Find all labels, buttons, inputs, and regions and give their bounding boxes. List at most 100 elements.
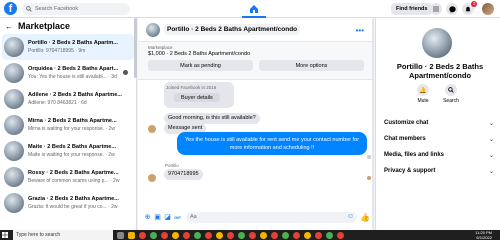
chevron-down-icon: ⌄ <box>488 137 494 143</box>
conversation-item[interactable]: Adilene · 2 Beds 2 Baths Apartme... Adil… <box>0 86 136 112</box>
file-explorer-icon[interactable] <box>128 231 135 239</box>
details-title: Portillo · 2 Beds 2 Baths Apartment/cond… <box>396 62 484 80</box>
search-label: Search <box>443 98 459 104</box>
emoji-icon[interactable]: ☺ <box>347 213 354 220</box>
chrome-icon[interactable] <box>227 231 234 239</box>
listing-banner: Marketplace $1,000 · 2 Beds 2 Baths Apar… <box>138 42 374 80</box>
facebook-logo[interactable]: f <box>4 2 17 15</box>
chrome-icon[interactable] <box>315 231 322 239</box>
conversation-item[interactable]: Portillo · 2 Beds 2 Baths Apartm... Port… <box>2 34 134 60</box>
joined-facebook-text: Joined Facebook in 2016 <box>166 85 217 90</box>
listing-thumbnail <box>4 193 24 213</box>
search-action[interactable]: Search <box>439 84 463 104</box>
windows-start-icon[interactable] <box>0 230 10 240</box>
sticker-icon[interactable]: ◪ <box>164 214 171 221</box>
listing-price[interactable]: $1,000 · 2 Beds 2 Baths Apartment/condo <box>148 51 364 57</box>
chrome-icon[interactable] <box>161 231 168 239</box>
chrome-icon[interactable] <box>260 231 267 239</box>
conversation-item[interactable]: Grazia · 2 Beds 2 Baths Apartme... Grazi… <box>0 190 136 216</box>
sender-avatar[interactable] <box>148 125 156 133</box>
sender-avatar[interactable] <box>148 174 156 182</box>
plus-icon[interactable]: ⊕ <box>144 214 151 221</box>
gif-icon[interactable]: GIF <box>174 214 181 221</box>
chrome-icon[interactable] <box>326 231 333 239</box>
search-icon <box>26 5 32 12</box>
chrome-icon[interactable] <box>238 231 245 239</box>
conversation-list-scrollbar[interactable] <box>134 18 137 78</box>
conversation-item[interactable]: Rossy · 2 Beds 2 Baths Apartme... Beware… <box>0 164 136 190</box>
clock-date: 6/1/2022 <box>476 235 492 240</box>
listing-photo[interactable] <box>422 28 452 58</box>
chat-members-row[interactable]: Chat members ⌄ <box>384 136 494 143</box>
conversation-name: Orquidea · 2 Beds 2 Baths Apart... <box>28 66 119 72</box>
chrome-icon[interactable] <box>150 231 157 239</box>
top-navigation-bar: f Search Facebook Find friends 2 <box>0 0 500 18</box>
chat-listing-thumbnail[interactable] <box>146 22 160 37</box>
row-label: Media, files and links <box>384 152 445 158</box>
outgoing-message: Yes the house is still available for ren… <box>177 132 367 155</box>
conversation-preview: You: Yes the house is still availabl... … <box>28 74 117 80</box>
conversation-item[interactable]: Maite · 2 Beds 2 Baths Apartme... Maite … <box>0 138 136 164</box>
chrome-icon[interactable] <box>183 231 190 239</box>
listing-thumbnail <box>4 167 24 187</box>
chrome-icon[interactable] <box>205 231 212 239</box>
find-friends-button[interactable]: Find friends <box>391 3 433 15</box>
image-icon[interactable]: ▣ <box>154 214 161 221</box>
chrome-icon[interactable] <box>249 231 256 239</box>
incoming-message: 9704718995 <box>164 169 203 180</box>
message-input[interactable]: Aa ☺ <box>186 211 357 223</box>
chrome-icon[interactable] <box>172 231 179 239</box>
conversation-preview: Grazia: It would be great if you co... ·… <box>28 204 118 210</box>
chrome-icon[interactable] <box>194 231 201 239</box>
chat-header: Portillo · 2 Beds 2 Baths Apartment/cond… <box>138 18 374 42</box>
conversation-name: Adilene · 2 Beds 2 Baths Apartme... <box>28 92 122 98</box>
chrome-icon[interactable] <box>293 231 300 239</box>
more-options-button[interactable]: More options <box>259 60 364 71</box>
conversation-item[interactable]: Orquidea · 2 Beds 2 Baths Apart... You: … <box>0 60 136 86</box>
task-view-icon[interactable] <box>117 231 124 239</box>
mute-action[interactable]: 🔔 Mute <box>411 84 435 104</box>
conversation-name: Maite · 2 Beds 2 Baths Apartme... <box>28 144 117 150</box>
thumbs-up-icon[interactable]: 👍 <box>360 213 370 222</box>
taskbar-clock[interactable]: 11:25 PM 6/1/2022 <box>475 230 492 240</box>
row-label: Privacy & support <box>384 168 436 174</box>
chrome-icon[interactable] <box>337 231 344 239</box>
chrome-icon[interactable] <box>282 231 289 239</box>
buyer-details-button[interactable]: Buyer details <box>174 93 220 102</box>
chat-title[interactable]: Portillo · 2 Beds 2 Baths Apartment/cond… <box>164 24 301 35</box>
message-composer: ⊕ ▣ ◪ GIF Aa ☺ 👍 <box>138 204 374 230</box>
privacy-support-row[interactable]: Privacy & support ⌄ <box>384 168 494 175</box>
mark-as-pending-button[interactable]: Mark as pending <box>148 60 253 71</box>
conversation-item[interactable]: Mirna · 2 Beds 2 Baths Apartme... Mirna … <box>0 112 136 138</box>
messenger-button[interactable] <box>446 3 458 15</box>
chrome-icon[interactable] <box>271 231 278 239</box>
read-receipt-avatar <box>367 176 371 180</box>
chrome-icon[interactable] <box>216 231 223 239</box>
back-arrow-icon[interactable]: ← <box>5 22 13 31</box>
profile-avatar[interactable] <box>482 3 494 15</box>
chrome-icon[interactable] <box>139 231 146 239</box>
conversation-details-panel: Portillo · 2 Beds 2 Baths Apartment/cond… <box>375 18 500 230</box>
grid-icon <box>433 6 439 12</box>
read-receipt-avatar <box>123 70 128 75</box>
row-label: Chat members <box>384 136 426 142</box>
search-icon <box>445 84 457 96</box>
chrome-icon[interactable] <box>304 231 311 239</box>
conversation-name: Rossy · 2 Beds 2 Baths Apartme... <box>28 170 119 176</box>
home-icon <box>250 5 258 13</box>
customize-chat-row[interactable]: Customize chat ⌄ <box>384 120 494 127</box>
chat-scrollbar[interactable] <box>372 18 374 230</box>
listing-label: Marketplace <box>148 45 173 50</box>
notifications-button[interactable]: 2 <box>462 1 477 15</box>
search-input[interactable]: Search Facebook <box>22 2 130 15</box>
conversation-preview: Maite is waiting for your response. · 2w <box>28 152 115 158</box>
listing-thumbnail <box>4 37 24 57</box>
home-tab[interactable] <box>242 0 266 18</box>
taskbar-search-input[interactable]: Type here to search <box>13 230 113 240</box>
media-files-links-row[interactable]: Media, files and links ⌄ <box>384 152 494 159</box>
conversation-preview: Portillo: 9704718995 · 9m <box>28 48 86 54</box>
close-icon[interactable]: ••• <box>356 26 364 35</box>
menu-grid-button[interactable] <box>430 3 442 15</box>
sender-name-label: Portillo <box>165 163 179 168</box>
conversation-preview: Adilene: 970 8463821 · 6d <box>28 100 87 106</box>
